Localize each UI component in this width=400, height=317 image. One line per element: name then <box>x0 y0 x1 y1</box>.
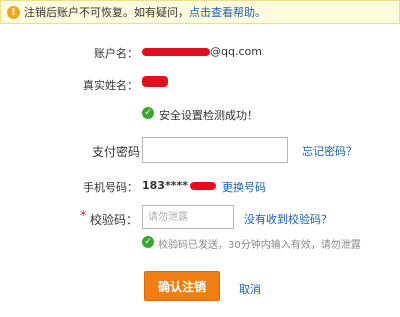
warning-notice-bar: ! 注销后账户不可恢复。如有疑问， 点击查看帮助。 <box>0 0 400 24</box>
phone-label: 手机号码： <box>83 181 138 194</box>
security-check-text: 安全设置检测成功！ <box>159 109 258 122</box>
account-value-suffix: @qq.com <box>210 45 262 58</box>
verify-code-label: 校验码： <box>89 213 138 227</box>
real-name-redaction <box>142 76 168 87</box>
verify-code-input[interactable] <box>142 205 234 229</box>
payment-password-input[interactable] <box>142 137 288 163</box>
required-asterisk: * <box>80 209 87 224</box>
check-circle-icon: ✓ <box>142 107 154 119</box>
code-not-received-link[interactable]: 没有收到校验码？ <box>244 211 332 227</box>
account-label: 账户名： <box>94 47 138 60</box>
change-phone-link[interactable]: 更换号码 <box>222 179 266 195</box>
notice-text: 注销后账户不可恢复。如有疑问， <box>24 6 189 19</box>
phone-value-prefix: 183**** <box>142 179 188 192</box>
account-redaction <box>142 48 210 56</box>
confirm-cancellation-button[interactable]: 确认注销 <box>144 271 220 301</box>
cancel-link[interactable]: 取消 <box>239 281 261 297</box>
warning-icon: ! <box>7 5 20 19</box>
real-name-label: 真实姓名： <box>83 79 138 92</box>
forgot-password-link[interactable]: 忘记密码？ <box>302 143 357 159</box>
payment-password-label: 支付密码 <box>91 145 140 159</box>
check-circle-icon: ✓ <box>142 236 154 248</box>
help-link[interactable]: 点击查看帮助。 <box>189 4 266 20</box>
verify-code-hint: 校验码已发送，30分钟内输入有效，请勿泄露 <box>158 240 361 251</box>
phone-redaction <box>190 182 216 190</box>
